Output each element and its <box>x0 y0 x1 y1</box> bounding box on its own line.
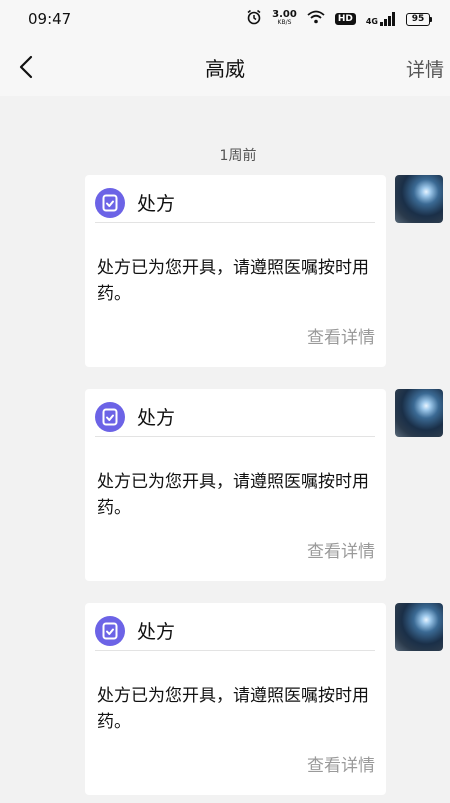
chat-timestamp: 1周前 <box>219 148 257 164</box>
status-bar: 09:47 3.00 KB/S HD 4G 95 <box>0 0 450 38</box>
avatar[interactable] <box>395 603 443 651</box>
card-header: 处方 <box>95 397 375 437</box>
cell-signal-icon: 4G <box>366 12 396 26</box>
message-row: 处方 处方已为您开具，请遵照医嘱按时用药。 查看详情 <box>0 389 450 589</box>
avatar[interactable] <box>395 175 443 223</box>
status-icons: 3.00 KB/S HD 4G 95 <box>246 9 432 29</box>
battery-indicator: 95 <box>406 12 432 26</box>
chevron-left-icon <box>19 55 33 79</box>
prescription-card[interactable]: 处方 处方已为您开具，请遵照医嘱按时用药。 查看详情 <box>85 603 386 795</box>
prescription-card[interactable]: 处方 处方已为您开具，请遵照医嘱按时用药。 查看详情 <box>85 389 386 581</box>
view-details-link[interactable]: 查看详情 <box>307 537 375 562</box>
hd-badge: HD <box>334 13 356 25</box>
card-message: 处方已为您开具，请遵照医嘱按时用药。 <box>97 686 369 732</box>
message-row: 处方 处方已为您开具，请遵照医嘱按时用药。 查看详情 <box>0 175 450 375</box>
card-title: 处方 <box>137 407 176 429</box>
wifi-icon <box>307 10 325 28</box>
message-row: 处方 处方已为您开具，请遵照医嘱按时用药。 查看详情 <box>0 603 450 803</box>
prescription-check-icon <box>95 187 125 218</box>
network-speed-unit: KB/S <box>277 19 292 26</box>
alarm-icon <box>246 9 262 29</box>
prescription-card[interactable]: 处方 处方已为您开具，请遵照医嘱按时用药。 查看详情 <box>85 175 386 367</box>
nav-bar: 高威 详情 <box>0 38 450 96</box>
status-time: 09:47 <box>28 10 72 28</box>
prescription-check-icon <box>95 401 125 432</box>
signal-tag: 4G <box>365 17 378 26</box>
avatar[interactable] <box>395 389 443 437</box>
network-speed-value: 3.00 <box>272 9 297 20</box>
view-details-link[interactable]: 查看详情 <box>307 323 375 348</box>
card-header: 处方 <box>95 183 375 223</box>
detail-button[interactable]: 详情 <box>406 55 444 82</box>
card-header: 处方 <box>95 611 375 651</box>
view-details-link[interactable]: 查看详情 <box>307 751 375 776</box>
back-button[interactable] <box>14 53 42 81</box>
card-message: 处方已为您开具，请遵照医嘱按时用药。 <box>97 258 369 304</box>
card-title: 处方 <box>137 621 176 643</box>
battery-level: 95 <box>411 14 425 24</box>
card-title: 处方 <box>137 193 176 215</box>
card-message: 处方已为您开具，请遵照医嘱按时用药。 <box>97 472 369 518</box>
page-title: 高威 <box>205 56 245 81</box>
prescription-check-icon <box>95 615 125 646</box>
network-speed: 3.00 KB/S <box>272 9 297 27</box>
